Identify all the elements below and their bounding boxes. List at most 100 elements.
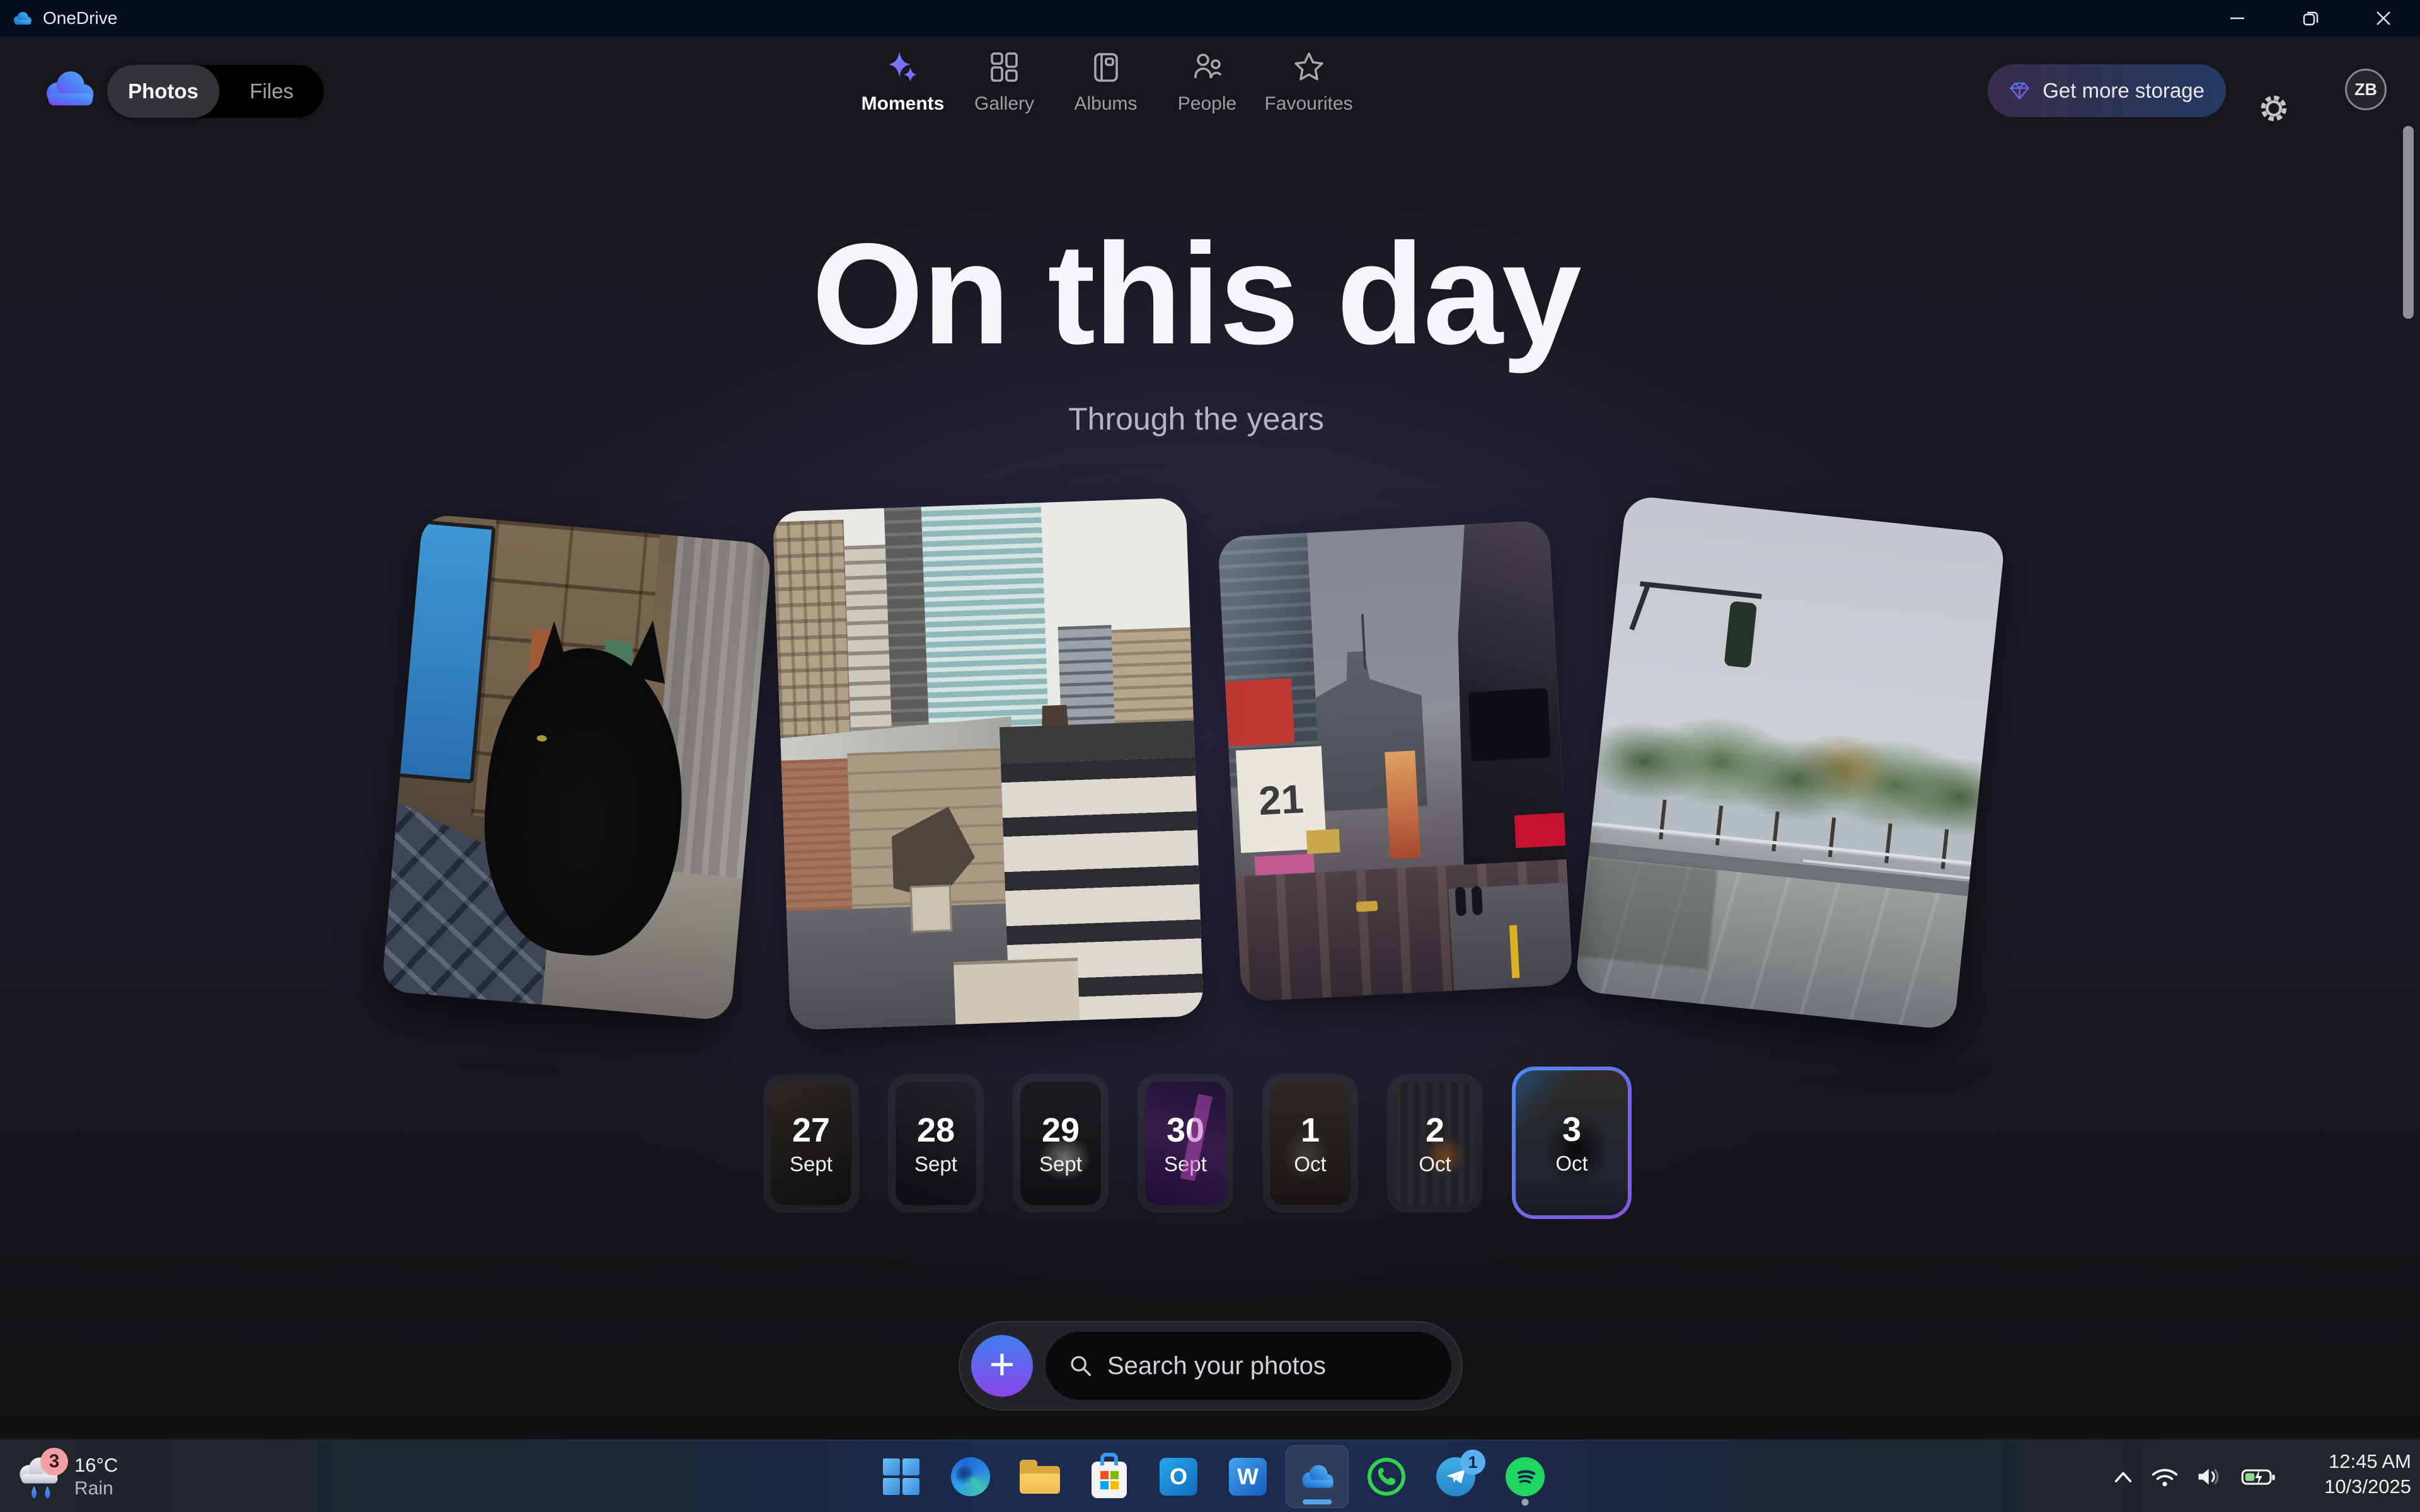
edge-icon	[951, 1457, 990, 1496]
start-button[interactable]	[867, 1445, 936, 1508]
chip-day: 3	[1562, 1113, 1581, 1147]
terrace	[954, 958, 1080, 1024]
add-photos-button[interactable]: +	[971, 1335, 1033, 1397]
search-input[interactable]	[1107, 1352, 1410, 1380]
microsoft-store-icon	[1092, 1462, 1127, 1498]
tab-albums[interactable]: Albums	[1055, 50, 1156, 115]
weather-notification-badge: 3	[40, 1448, 68, 1475]
traffic-light-pole	[1630, 582, 1652, 631]
restore-icon	[2301, 9, 2320, 28]
chip-day: 27	[792, 1113, 830, 1147]
tab-gallery-label: Gallery	[974, 93, 1034, 115]
photo-card-rainy-park[interactable]	[1574, 495, 2005, 1031]
weather-widget[interactable]: 3 16°C Rain	[14, 1445, 118, 1508]
photo-card-city-rooftops[interactable]	[773, 498, 1204, 1030]
taskbar-onedrive-active[interactable]	[1282, 1445, 1352, 1508]
photo-search-bar: +	[959, 1321, 1463, 1411]
toggle-files[interactable]: Files	[219, 65, 324, 118]
chip-month: Sept	[790, 1154, 833, 1174]
settings-button[interactable]	[2255, 89, 2293, 127]
taskbar-spotify[interactable]	[1490, 1445, 1560, 1508]
onedrive-app-icon	[1296, 1461, 1338, 1492]
gallery-grid-icon	[989, 50, 1020, 83]
red-billboard	[1225, 678, 1294, 747]
onedrive-cloud-logo	[39, 67, 98, 111]
app-header: Photos Files Moments	[0, 37, 2420, 150]
chip-day: 28	[917, 1113, 955, 1147]
taskbar-microsoft-store[interactable]	[1075, 1445, 1144, 1508]
view-toggle: Photos Files	[107, 65, 324, 118]
volume-icon[interactable]	[2196, 1465, 2225, 1488]
pedestrian	[1455, 886, 1466, 916]
taskbar-word[interactable]: W	[1213, 1445, 1282, 1508]
taskbar-outlook[interactable]: O	[1144, 1445, 1213, 1508]
maximize-button[interactable]	[2274, 0, 2347, 37]
date-chip-30-sept[interactable]: 30 Sept	[1138, 1074, 1233, 1213]
get-more-storage-button[interactable]: Get more storage	[1988, 64, 2226, 117]
black-sign	[1468, 688, 1551, 762]
nav-tabs: Moments Gallery	[852, 50, 1359, 115]
taskbar-file-explorer[interactable]	[1005, 1445, 1075, 1508]
puddle	[1578, 857, 1717, 970]
date-chip-thumbnail: 29 Sept	[1020, 1082, 1101, 1205]
minimize-button[interactable]	[2201, 0, 2274, 37]
date-chip-thumbnail: 1 Oct	[1270, 1082, 1351, 1205]
account-avatar[interactable]: ZB	[2345, 69, 2387, 110]
close-button[interactable]	[2347, 0, 2420, 37]
people-icon	[1192, 50, 1223, 83]
date-chip-28-sept[interactable]: 28 Sept	[888, 1074, 984, 1213]
onedrive-titlebar-icon	[10, 9, 34, 28]
vertical-billboard	[1385, 751, 1420, 859]
running-app-indicator	[1522, 1499, 1529, 1506]
sparkle-icon	[887, 50, 919, 83]
tab-gallery[interactable]: Gallery	[954, 50, 1055, 115]
word-icon: W	[1229, 1458, 1267, 1496]
photo-card-black-cat[interactable]	[381, 513, 772, 1021]
window-titlebar: OneDrive	[0, 0, 2420, 37]
date-chip-thumbnail: 30 Sept	[1145, 1082, 1226, 1205]
taskbar-whatsapp[interactable]	[1352, 1445, 1421, 1508]
gear-icon	[2257, 91, 2291, 125]
tab-favourites-label: Favourites	[1264, 93, 1352, 115]
file-explorer-icon	[1020, 1460, 1060, 1494]
wifi-icon[interactable]	[2150, 1465, 2179, 1488]
spotify-icon	[1506, 1457, 1545, 1496]
clock-time: 12:45 AM	[2324, 1449, 2411, 1474]
get-more-storage-label: Get more storage	[2043, 79, 2204, 103]
pedestrian	[1472, 886, 1483, 915]
system-tray	[2112, 1445, 2276, 1508]
chip-day: 2	[1426, 1113, 1444, 1147]
tab-favourites[interactable]: Favourites	[1258, 50, 1359, 115]
photo-card-times-square[interactable]: 21	[1218, 520, 1573, 1002]
chip-month: Oct	[1419, 1154, 1451, 1174]
gem-icon	[2009, 77, 2030, 105]
weather-condition: Rain	[74, 1477, 118, 1500]
outlook-icon: O	[1160, 1458, 1197, 1496]
chip-month: Oct	[1555, 1153, 1587, 1174]
toggle-photos[interactable]: Photos	[107, 65, 219, 118]
toggle-files-label: Files	[250, 79, 294, 103]
date-chip-1-oct[interactable]: 1 Oct	[1262, 1074, 1358, 1213]
taskbar-app-icons: O W	[867, 1445, 1560, 1508]
hidden-icons-chevron[interactable]	[2112, 1469, 2134, 1484]
taskbar-telegram[interactable]: 1	[1421, 1445, 1490, 1508]
date-chip-2-oct[interactable]: 2 Oct	[1387, 1074, 1483, 1213]
rain-cloud-icon: 3	[14, 1450, 64, 1503]
avatar-initials: ZB	[2354, 80, 2377, 100]
battery-charging-icon[interactable]	[2241, 1466, 2276, 1487]
date-chip-29-sept[interactable]: 29 Sept	[1013, 1074, 1109, 1213]
page-subtitle: Through the years	[0, 401, 2392, 437]
chip-day: 29	[1042, 1113, 1080, 1147]
date-chip-thumbnail: 2 Oct	[1395, 1082, 1475, 1205]
taskbar-clock[interactable]: 12:45 AM 10/3/2025	[2324, 1449, 2411, 1499]
date-chip-3-oct-selected[interactable]: 3 Oct	[1512, 1067, 1632, 1219]
tab-people[interactable]: People	[1156, 50, 1258, 115]
search-field[interactable]	[1046, 1332, 1451, 1400]
tab-moments[interactable]: Moments	[852, 50, 954, 115]
star-icon	[1293, 50, 1325, 83]
taskbar-edge[interactable]	[936, 1445, 1005, 1508]
chip-day: 30	[1167, 1113, 1204, 1147]
scrollbar-thumb[interactable]	[2403, 126, 2414, 319]
date-chip-27-sept[interactable]: 27 Sept	[763, 1074, 859, 1213]
close-icon	[2374, 9, 2393, 28]
